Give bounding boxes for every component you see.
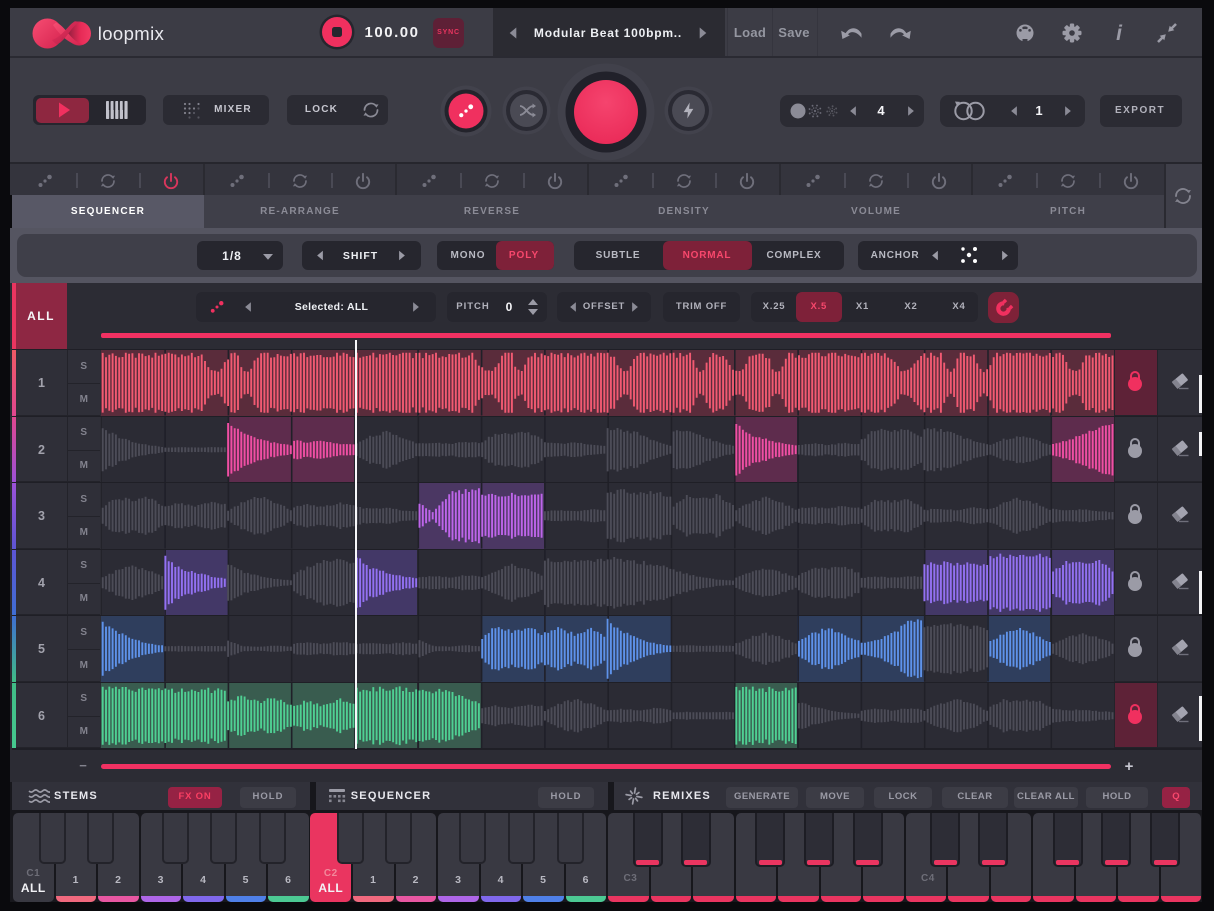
svg-text:i: i [1116, 22, 1123, 45]
